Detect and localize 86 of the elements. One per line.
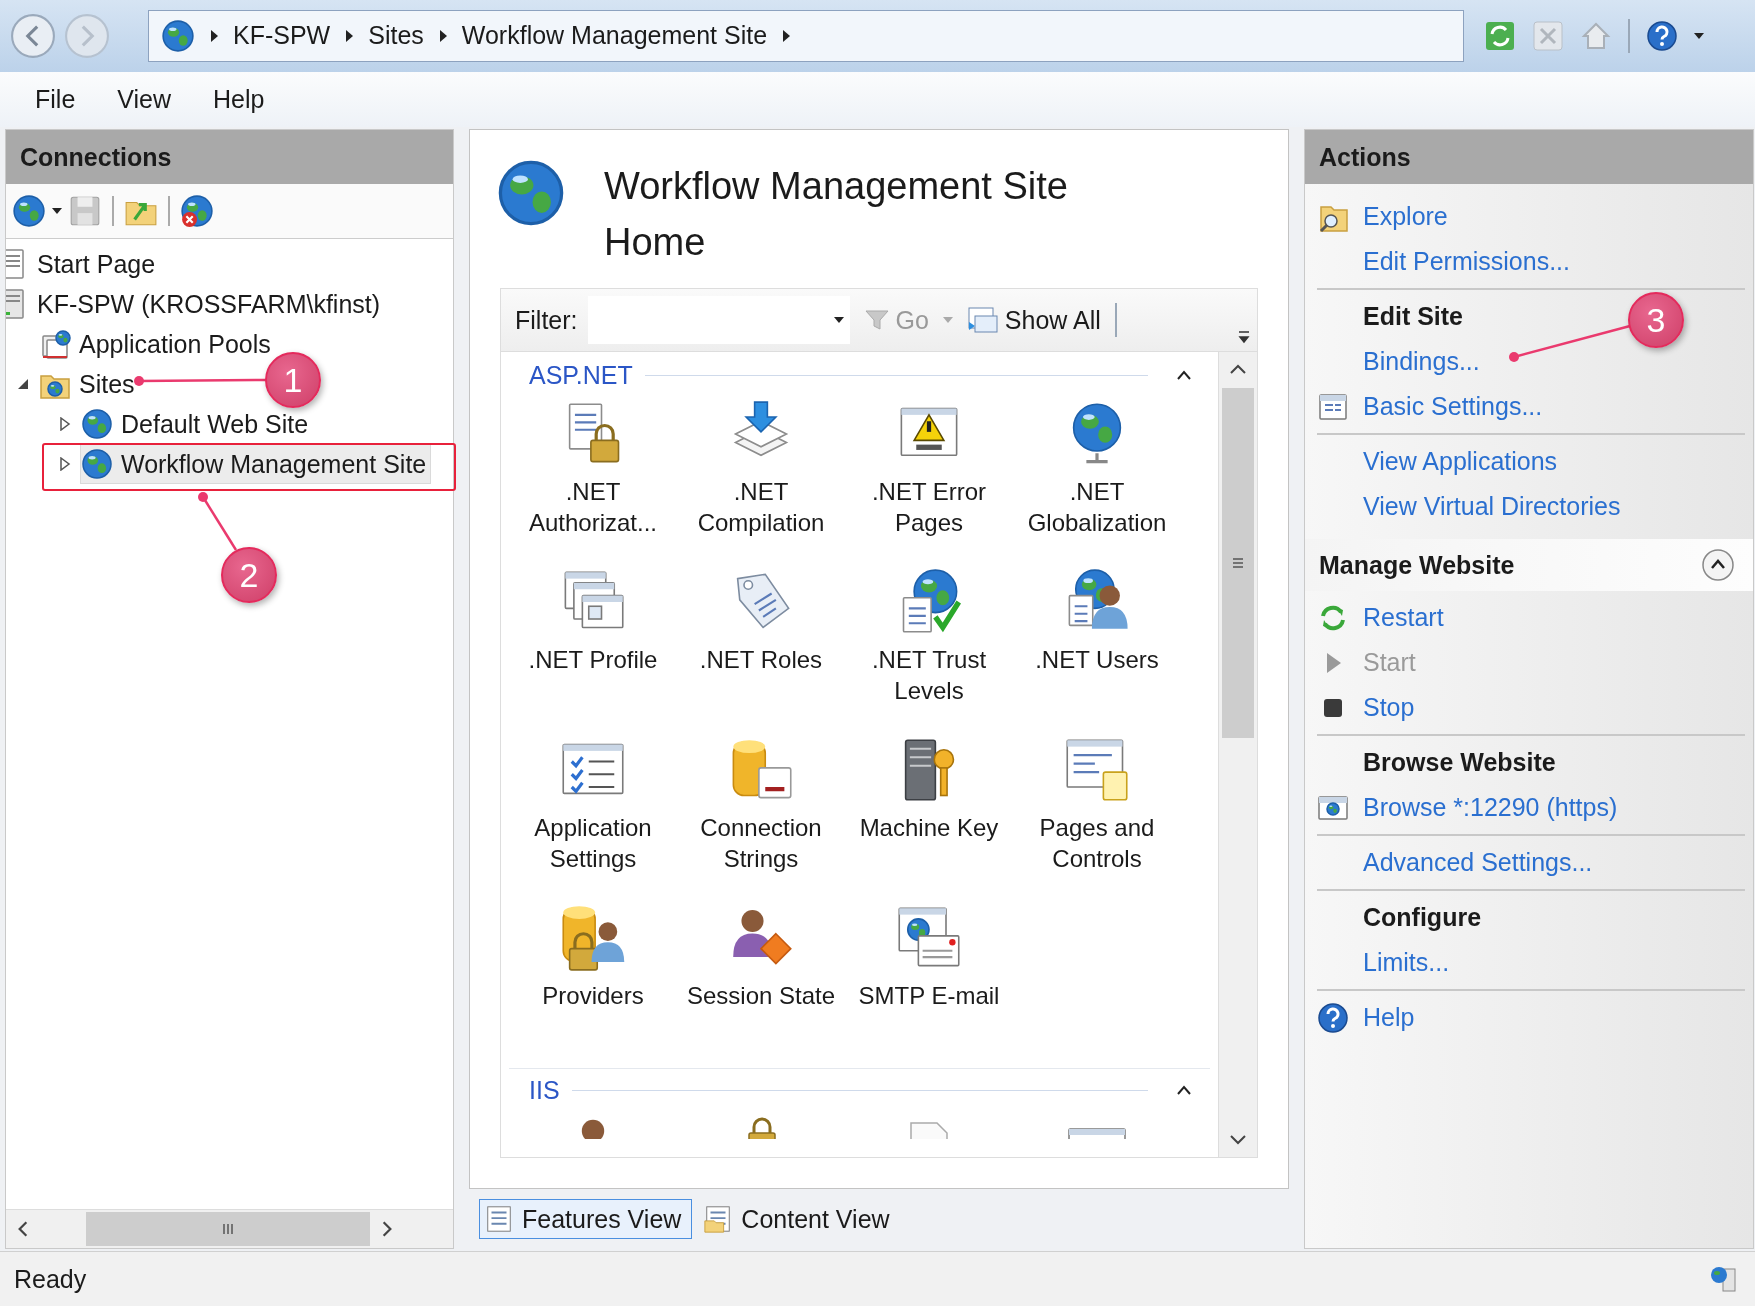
action-link[interactable]: Bindings... xyxy=(1363,347,1480,377)
collapse-icon[interactable] xyxy=(1176,1085,1192,1096)
globe-disconnect-icon[interactable] xyxy=(180,194,214,229)
expander-icon[interactable] xyxy=(16,377,30,392)
scroll-thumb[interactable] xyxy=(1222,388,1254,739)
horizontal-scrollbar[interactable] xyxy=(6,1209,453,1249)
action-link[interactable]: View Applications xyxy=(1363,447,1558,477)
feature-label[interactable]: .NET Compilation xyxy=(679,476,843,539)
action-link[interactable]: Stop xyxy=(1363,693,1415,723)
tree-item[interactable]: KF-SPW (KROSSFARM\kfinst) xyxy=(6,284,386,325)
collapse-icon[interactable] xyxy=(1176,370,1192,381)
view-tab[interactable]: Content View xyxy=(698,1199,901,1240)
menu-item[interactable]: View xyxy=(117,84,172,114)
action-link[interactable]: Edit Permissions... xyxy=(1363,247,1570,277)
menu-item[interactable]: File xyxy=(35,84,76,114)
back-button[interactable] xyxy=(10,12,56,59)
grid-page-icon xyxy=(484,1204,514,1235)
section-heading: Configure xyxy=(1363,903,1482,933)
chevron-icon[interactable] xyxy=(437,28,448,43)
grip-icon xyxy=(1231,556,1245,571)
database-user-icon[interactable] xyxy=(559,904,627,973)
help-icon[interactable] xyxy=(1646,19,1678,52)
section-title: Manage Website xyxy=(1319,550,1515,580)
action-link[interactable]: Browse *:12290 (https) xyxy=(1363,793,1618,823)
menu-item[interactable]: Help xyxy=(213,84,265,114)
globe-icon xyxy=(81,408,113,441)
globe-icon xyxy=(161,18,195,53)
action-link[interactable]: Explore xyxy=(1363,202,1448,232)
filter-field[interactable] xyxy=(587,296,850,345)
group-title: ASP.NET xyxy=(529,360,633,390)
feature-label[interactable]: Machine Key xyxy=(859,812,999,844)
page-title: Workflow Management Site Home xyxy=(604,164,1069,266)
feature-label[interactable]: Providers xyxy=(542,980,644,1012)
grip-icon xyxy=(221,1222,235,1237)
feature-label[interactable]: .NET Profile xyxy=(528,644,658,676)
feature-label[interactable]: .NET Authorizat... xyxy=(511,476,675,539)
feature-label[interactable]: .NET Users xyxy=(1035,644,1159,676)
globe-icon xyxy=(81,448,113,481)
refresh-icon[interactable] xyxy=(1484,19,1516,52)
show-all-button[interactable]: Show All xyxy=(962,304,1105,337)
caret-icon[interactable] xyxy=(833,317,844,324)
caret-icon[interactable] xyxy=(1694,32,1704,39)
action-link[interactable]: Advanced Settings... xyxy=(1363,848,1593,878)
chevron-icon[interactable] xyxy=(209,28,219,43)
group-title: IIS xyxy=(529,1075,560,1105)
feature-label[interactable]: Application Settings xyxy=(511,812,675,875)
action-link[interactable]: Restart xyxy=(1363,603,1444,633)
application-pools-icon xyxy=(39,328,71,361)
leader-line xyxy=(198,492,238,551)
feature-label[interactable]: Pages and Controls xyxy=(1015,812,1179,875)
section-heading: Browse Website xyxy=(1363,748,1556,778)
feature-label[interactable]: .NET Trust Levels xyxy=(847,644,1011,707)
status-text: Ready xyxy=(14,1264,87,1294)
action-link[interactable]: Limits... xyxy=(1363,948,1450,978)
address-bar[interactable]: KF-SPW Sites Workflow Management Site xyxy=(148,9,1464,62)
breadcrumb[interactable]: Sites xyxy=(368,21,424,51)
section-heading: Edit Site xyxy=(1363,302,1463,332)
globe-icon[interactable] xyxy=(12,194,46,229)
breadcrumb[interactable]: Workflow Management Site xyxy=(461,21,768,51)
panel-title: Connections xyxy=(20,142,172,172)
tree-item[interactable]: Start Page xyxy=(6,244,161,285)
caret-icon[interactable] xyxy=(52,208,62,215)
feature-label[interactable]: Connection Strings xyxy=(679,812,843,875)
vertical-scrollbar[interactable] xyxy=(1218,352,1257,1158)
feature-label[interactable]: SMTP E-mail xyxy=(858,980,1000,1012)
chevron-icon[interactable] xyxy=(344,28,355,43)
tree-item[interactable]: Workflow Management Site xyxy=(80,444,432,485)
breadcrumb[interactable]: KF-SPW xyxy=(233,21,331,51)
collapse-icon[interactable] xyxy=(1701,548,1735,583)
feature-label[interactable]: Session State xyxy=(686,980,836,1012)
action-link[interactable]: Basic Settings... xyxy=(1363,392,1543,422)
overflow-icon[interactable] xyxy=(1237,329,1251,346)
chevron-icon[interactable] xyxy=(781,28,792,43)
scroll-thumb[interactable] xyxy=(86,1212,370,1247)
expander-icon[interactable] xyxy=(58,417,72,432)
panel-title: Actions xyxy=(1319,142,1411,172)
action-link[interactable]: Help xyxy=(1363,1003,1415,1033)
view-tab[interactable]: Features View xyxy=(479,1199,693,1240)
action-link[interactable]: View Virtual Directories xyxy=(1363,492,1621,522)
feature-label[interactable]: .NET Roles xyxy=(699,644,823,676)
feature-label[interactable]: .NET Globalization xyxy=(1015,476,1179,539)
feature-label[interactable]: .NET Error Pages xyxy=(847,476,1011,539)
filter-label: Filter: xyxy=(515,305,578,335)
tree-item[interactable]: Sites xyxy=(38,364,140,405)
help-icon xyxy=(1317,1001,1349,1034)
expander-icon[interactable] xyxy=(58,457,72,472)
